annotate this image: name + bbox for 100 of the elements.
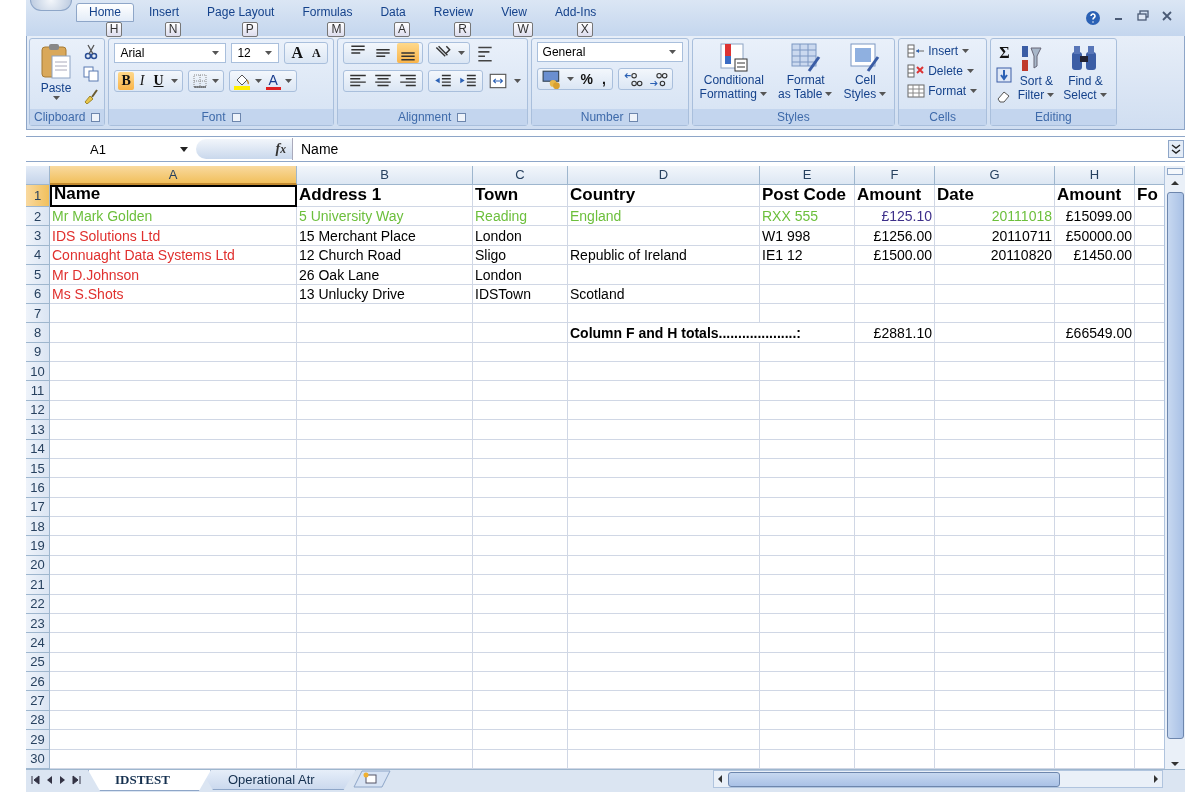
ribbon-tab[interactable]: View [488, 3, 540, 22]
underline-button[interactable]: U [150, 72, 167, 90]
sheet-tab[interactable]: IDSTEST [88, 770, 211, 791]
currency-icon[interactable] [540, 69, 563, 89]
row-header[interactable]: 4 [26, 245, 50, 266]
font-size-field[interactable]: 12 [231, 43, 280, 63]
row-header[interactable]: 16 [26, 478, 50, 498]
caret-icon[interactable] [170, 79, 178, 83]
last-sheet-icon[interactable] [72, 775, 82, 785]
help-icon[interactable] [1085, 10, 1101, 26]
first-sheet-icon[interactable] [30, 775, 40, 785]
row-header[interactable]: 14 [26, 439, 50, 459]
row-header[interactable]: 2 [26, 207, 50, 227]
row-header[interactable]: 13 [26, 420, 50, 440]
row-header[interactable]: 7 [26, 303, 50, 324]
column-header[interactable]: C [473, 166, 568, 185]
row-header[interactable]: 19 [26, 536, 50, 556]
column-header[interactable]: D [568, 166, 760, 185]
dialog-launcher[interactable] [629, 112, 639, 122]
font-name-field[interactable]: Arial [114, 43, 227, 63]
row-header[interactable]: 26 [26, 672, 50, 692]
horizontal-scrollbar[interactable] [713, 770, 1163, 788]
restore-icon[interactable] [1137, 10, 1149, 22]
caret-icon[interactable] [513, 79, 521, 83]
grow-font-button[interactable]: A [288, 44, 306, 62]
editing-button[interactable]: Find & Select [1060, 42, 1111, 106]
ribbon-tab[interactable]: Page Layout [194, 3, 288, 22]
row-header[interactable]: 21 [26, 575, 50, 595]
ribbon-tab[interactable]: Insert [136, 3, 193, 22]
paintbrush-icon[interactable] [83, 88, 99, 104]
ribbon-tab[interactable]: Formulas [289, 3, 366, 22]
number-format-field[interactable]: General [536, 42, 683, 62]
caret-icon[interactable] [457, 51, 465, 55]
vertical-scrollbar[interactable] [1164, 166, 1185, 769]
caret-icon[interactable] [254, 79, 262, 83]
comma-button[interactable]: , [599, 70, 609, 88]
column-header[interactable]: G [935, 166, 1055, 185]
merge-cells-icon[interactable] [487, 71, 508, 91]
cells-button[interactable]: Insert [905, 42, 981, 60]
caret-icon[interactable] [284, 79, 292, 83]
row-header[interactable]: 29 [26, 730, 50, 750]
row-header[interactable]: 8 [26, 323, 50, 343]
dialog-launcher[interactable] [231, 112, 241, 122]
column-header[interactable]: A [50, 166, 297, 185]
borders-icon[interactable] [191, 73, 208, 89]
column-header[interactable]: F [855, 166, 935, 185]
ribbon-tab[interactable]: Data [367, 3, 419, 22]
styles-button[interactable]: Conditional Formatting [696, 41, 771, 107]
row-header[interactable]: 30 [26, 749, 50, 769]
styles-button[interactable]: Cell Styles [840, 41, 891, 107]
row-header[interactable]: 10 [26, 362, 50, 382]
bold-button[interactable]: B [118, 72, 134, 90]
row-header[interactable]: 17 [26, 497, 50, 517]
percent-button[interactable]: % [577, 70, 597, 88]
ribbon-tab[interactable]: Add-Ins [541, 3, 610, 22]
scissors-icon[interactable] [83, 44, 99, 60]
dialog-launcher[interactable] [457, 112, 467, 122]
styles-button[interactable]: Format as Table [774, 41, 837, 107]
expand-icon[interactable] [1168, 140, 1184, 158]
caret-icon[interactable] [211, 79, 219, 83]
column-header[interactable]: E [760, 166, 855, 185]
paste-button[interactable]: Paste [35, 42, 77, 106]
row-header[interactable]: 22 [26, 594, 50, 614]
name-box[interactable]: A1 [26, 141, 196, 157]
fill-down-icon[interactable] [996, 67, 1013, 83]
close-icon[interactable] [1161, 10, 1173, 22]
row-header[interactable]: 27 [26, 691, 50, 711]
row-header[interactable]: 11 [26, 381, 50, 401]
row-header[interactable]: 18 [26, 517, 50, 537]
row-header[interactable]: 23 [26, 613, 50, 634]
row-header[interactable]: 9 [26, 342, 50, 362]
scroll-thumb[interactable] [728, 771, 1060, 787]
row-header[interactable]: 6 [26, 284, 50, 304]
ribbon-tab[interactable]: Home [76, 3, 134, 22]
italic-button[interactable]: I [136, 72, 148, 90]
vertical-align-icon[interactable] [396, 43, 419, 63]
row-header[interactable]: 24 [26, 633, 50, 653]
row-header[interactable]: 3 [26, 226, 50, 246]
font-color-button[interactable]: A [265, 72, 281, 90]
row-header[interactable]: 25 [26, 652, 50, 672]
column-header[interactable]: B [297, 166, 473, 185]
cells-button[interactable]: Delete [905, 62, 981, 80]
column-header[interactable]: H [1055, 166, 1135, 185]
dialog-launcher[interactable] [91, 112, 101, 122]
copy-icon[interactable] [83, 66, 99, 82]
shrink-font-button[interactable]: A [308, 44, 324, 62]
row-header[interactable]: 28 [26, 710, 50, 731]
scroll-thumb[interactable] [1166, 192, 1184, 739]
row-header[interactable]: 5 [26, 265, 50, 285]
row-header[interactable]: 20 [26, 555, 50, 576]
autosum-button[interactable]: Σ [996, 44, 1013, 62]
row-header[interactable]: 1 [26, 185, 50, 207]
row-header[interactable]: 15 [26, 458, 50, 479]
caret-icon[interactable] [566, 77, 574, 81]
new-sheet-icon[interactable] [351, 770, 392, 788]
cells-button[interactable]: Format [905, 82, 981, 100]
ribbon-tab[interactable]: Review [420, 3, 487, 22]
row-header[interactable]: 12 [26, 400, 50, 421]
editing-button[interactable]: Sort & Filter [1014, 42, 1059, 106]
fill-color-icon[interactable] [232, 72, 251, 90]
